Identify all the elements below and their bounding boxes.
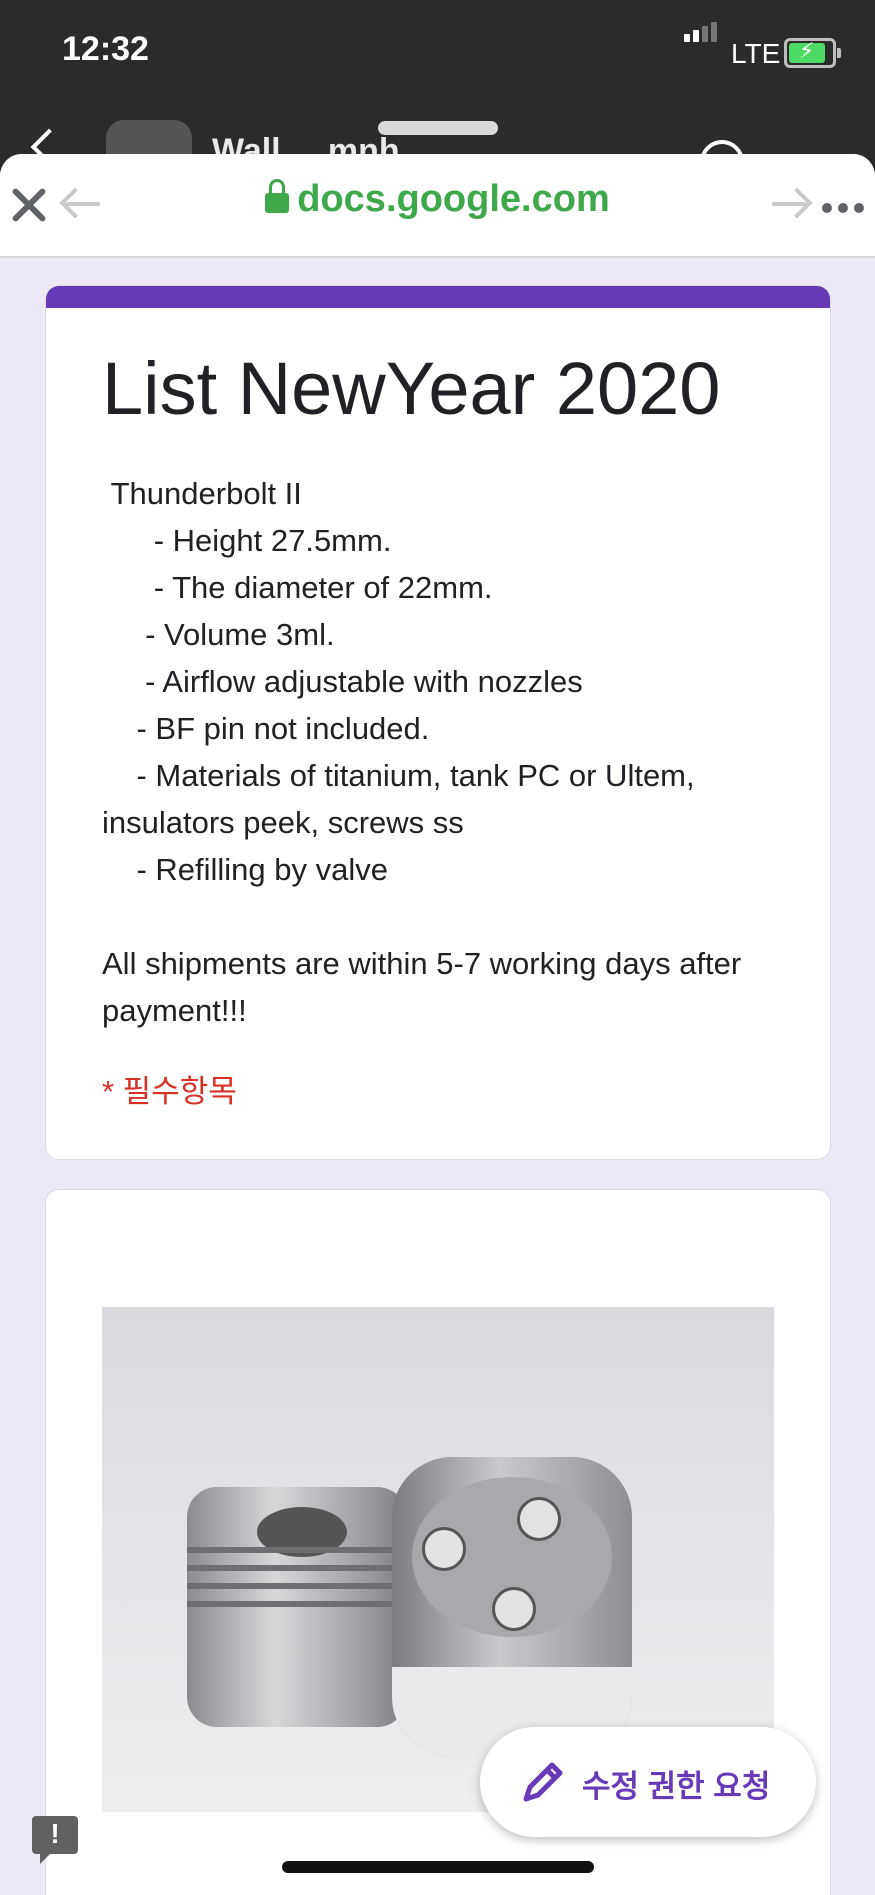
- status-time: 12:32: [62, 30, 149, 68]
- form-description: Thunderbolt II - Height 27.5mm. - The di…: [102, 476, 742, 1028]
- fab-label: 수정 권한 요청: [582, 1769, 771, 1804]
- pencil-icon: [523, 1762, 563, 1802]
- lock-icon: [265, 179, 290, 213]
- browser-sheet: docs.google.com List NewYear 2020 Thunde…: [0, 154, 875, 1895]
- accent-band: [46, 286, 830, 308]
- home-indicator: [282, 1861, 594, 1873]
- atomizer-deck: [392, 1457, 632, 1757]
- battery-icon: ⚡: [784, 38, 841, 68]
- form-title: List NewYear 2020: [102, 347, 721, 430]
- sheet-grabber[interactable]: [378, 121, 498, 135]
- request-edit-access-button[interactable]: 수정 권한 요청: [480, 1727, 816, 1837]
- atomizer-cap: [187, 1487, 407, 1727]
- form-header-card: List NewYear 2020 Thunderbolt II - Heigh…: [45, 285, 831, 1160]
- status-bar: 12:32 LTE ⚡: [0, 0, 875, 110]
- url-bar[interactable]: docs.google.com: [0, 178, 875, 221]
- url-text: docs.google.com: [297, 178, 610, 220]
- report-icon[interactable]: !: [32, 1816, 78, 1864]
- network-label: LTE: [731, 38, 781, 69]
- forward-arrow-icon[interactable]: [772, 202, 806, 206]
- required-note: * 필수항목: [102, 1074, 237, 1109]
- browser-toolbar: docs.google.com: [0, 154, 875, 258]
